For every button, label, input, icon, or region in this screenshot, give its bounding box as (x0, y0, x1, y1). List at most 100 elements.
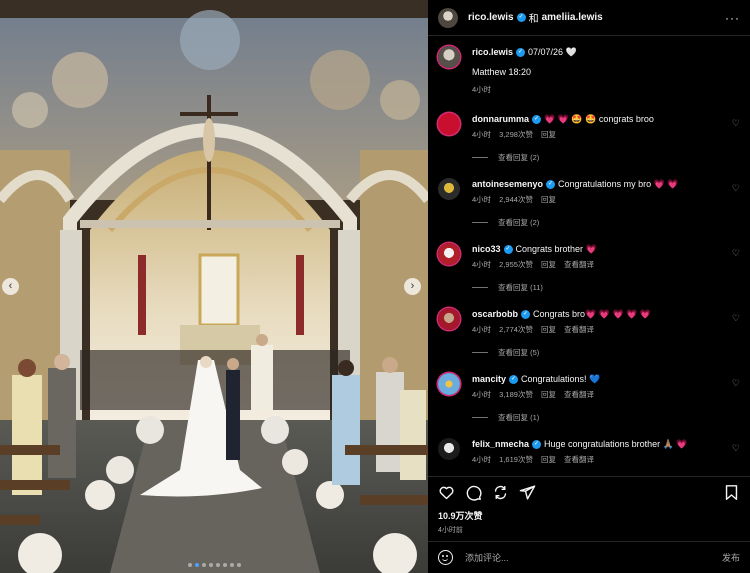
comment-likes[interactable]: 2,944次赞 (499, 194, 533, 205)
comment-likes[interactable]: 2,774次赞 (499, 324, 533, 335)
post-side-panel: rico.lewis ✓ 和 ameliia.lewis ··· rico.le… (428, 0, 750, 573)
view-replies-label: 查看回复 (2) (498, 218, 540, 227)
author-avatar[interactable] (438, 7, 458, 28)
comment-input[interactable] (465, 552, 722, 563)
view-replies-button[interactable]: 查看回复 (2) (472, 152, 740, 163)
translate-button[interactable]: 查看翻译 (564, 324, 594, 335)
view-replies-button[interactable]: 查看回复 (1) (472, 412, 740, 423)
comment-likes[interactable]: 1,619次赞 (499, 454, 533, 465)
comment-item: felix_nmecha ✓ Huge congratulations brothe… (438, 438, 740, 465)
post-photo[interactable]: ‹ › (0, 0, 428, 573)
like-comment-heart-icon[interactable]: ♡ (732, 378, 740, 389)
view-replies-button[interactable]: 查看回复 (2) (472, 217, 740, 228)
comment-time: 4小时 (472, 390, 492, 399)
like-comment-heart-icon[interactable]: ♡ (732, 183, 740, 194)
translate-button[interactable]: 查看翻译 (564, 389, 594, 400)
comment-item: nico33 ✓ Congrats brother 💗 4小时 2,955次赞 回复 查看… (438, 243, 740, 293)
comment-username[interactable]: nico33 (472, 244, 501, 254)
post-header: rico.lewis ✓ 和 ameliia.lewis ··· (428, 0, 750, 36)
comment-item: oscarbobb ✓ Congrats bro💗 💗 💗 💗 💗 4小时 2,774… (438, 308, 740, 358)
share-paper-plane-icon[interactable] (519, 484, 536, 501)
white-heart-emoji: 🤍 (565, 47, 577, 57)
commenter-avatar[interactable] (438, 308, 460, 330)
author-avatar[interactable] (438, 46, 460, 68)
carousel-dots (0, 563, 428, 567)
translate-button[interactable]: 查看翻译 (564, 259, 594, 270)
carousel-next-button[interactable]: › (404, 278, 421, 295)
commenter-avatar[interactable] (438, 373, 460, 395)
translate-button[interactable]: 查看翻译 (564, 454, 594, 465)
carousel-dot (215, 563, 220, 567)
comment-time: 4小时 (472, 325, 492, 334)
verified-icon: ✓ (516, 48, 526, 58)
more-options-icon[interactable]: ··· (725, 11, 740, 25)
comment-item: antoinesemenyo ✓ Congratulations my bro 💗 … (438, 178, 740, 228)
post-time: 4小时前 (438, 527, 463, 534)
carousel-prev-button[interactable]: ‹ (2, 278, 19, 295)
comment-time: 4小时 (472, 455, 492, 464)
commenter-avatar[interactable] (438, 178, 460, 200)
carousel-dot (222, 563, 227, 567)
add-comment-bar: 发布 (428, 541, 750, 573)
comment-text: Congratulations my bro 💗 💗 (558, 179, 679, 189)
comment-time: 4小时 (472, 260, 492, 269)
collab-separator: 和 (528, 14, 539, 25)
wedding-church-image (0, 0, 428, 573)
comment-time: 4小时 (472, 130, 492, 139)
comment-text: Congrats bro💗 💗 💗 💗 💗 (533, 309, 652, 319)
reply-button[interactable]: 回复 (541, 129, 556, 140)
comment-time: 4小时 (472, 195, 492, 204)
carousel-dot (208, 563, 213, 567)
comment-username[interactable]: mancity (472, 374, 506, 384)
commenter-avatar[interactable] (438, 243, 460, 265)
view-replies-button[interactable]: 查看回复 (11) (472, 282, 740, 293)
comment-username[interactable]: oscarbobb (472, 309, 518, 319)
comment-username[interactable]: antoinesemenyo (472, 179, 543, 189)
verified-icon: ✓ (521, 310, 531, 320)
post-comment-button[interactable]: 发布 (722, 551, 740, 564)
commenter-avatar[interactable] (438, 438, 460, 460)
caption-text: Matthew 18:20 (472, 67, 532, 77)
collaborator-username[interactable]: ameliia.lewis (542, 12, 603, 23)
reply-button[interactable]: 回复 (541, 454, 556, 465)
comment-likes[interactable]: 3,298次赞 (499, 129, 533, 140)
comment-username[interactable]: felix_nmecha (472, 439, 529, 449)
reply-button[interactable]: 回复 (541, 389, 556, 400)
like-comment-heart-icon[interactable]: ♡ (732, 443, 740, 454)
view-replies-label: 查看回复 (2) (498, 153, 540, 162)
author-username[interactable]: rico.lewis (468, 12, 514, 23)
reply-button[interactable]: 回复 (541, 194, 556, 205)
emoji-icon[interactable] (438, 550, 453, 565)
carousel-dot (194, 563, 199, 567)
reply-button[interactable]: 回复 (541, 324, 556, 335)
view-replies-label: 查看回复 (11) (498, 283, 543, 292)
comment-likes[interactable]: 3,189次赞 (499, 389, 533, 400)
like-comment-heart-icon[interactable]: ♡ (732, 313, 740, 324)
repost-icon[interactable] (492, 484, 509, 501)
like-comment-heart-icon[interactable]: ♡ (732, 118, 740, 129)
comment-text: Congrats brother 💗 (515, 244, 597, 254)
carousel-dot (187, 563, 192, 567)
comment-text: 💗 💗 🤩 🤩 congrats broo (544, 114, 654, 124)
verified-icon: ✓ (532, 115, 542, 125)
comment-text: Huge congratulations brother 🙏🏽 💗 (544, 439, 688, 449)
caption-username[interactable]: rico.lewis (472, 47, 513, 57)
carousel-dot (229, 563, 234, 567)
comment-username[interactable]: donnarumma (472, 114, 529, 124)
comment-likes[interactable]: 2,955次赞 (499, 259, 533, 270)
post-caption: rico.lewis ✓ 07/07/26 🤍 Matthew 18:20 4小时 (438, 46, 740, 95)
view-replies-button[interactable]: 查看回复 (5) (472, 347, 740, 358)
likes-count[interactable]: 10.9万次赞 (428, 509, 750, 522)
like-comment-heart-icon[interactable]: ♡ (732, 248, 740, 259)
comment-text: Congratulations! 💙 (521, 374, 601, 384)
carousel-dot (201, 563, 206, 567)
post-actions: 10.9万次赞 4小时前 (428, 476, 750, 541)
bookmark-icon[interactable] (723, 484, 740, 501)
commenter-avatar[interactable] (438, 113, 460, 135)
reply-button[interactable]: 回复 (541, 259, 556, 270)
comment-item: mancity ✓ Congratulations! 💙 4小时 3,189次赞 回复查… (438, 373, 740, 423)
like-heart-icon[interactable] (438, 484, 455, 501)
comments-list[interactable]: rico.lewis ✓ 07/07/26 🤍 Matthew 18:20 4小时 … (428, 36, 750, 476)
comment-bubble-icon[interactable] (465, 484, 482, 501)
verified-icon: ✓ (509, 375, 519, 385)
